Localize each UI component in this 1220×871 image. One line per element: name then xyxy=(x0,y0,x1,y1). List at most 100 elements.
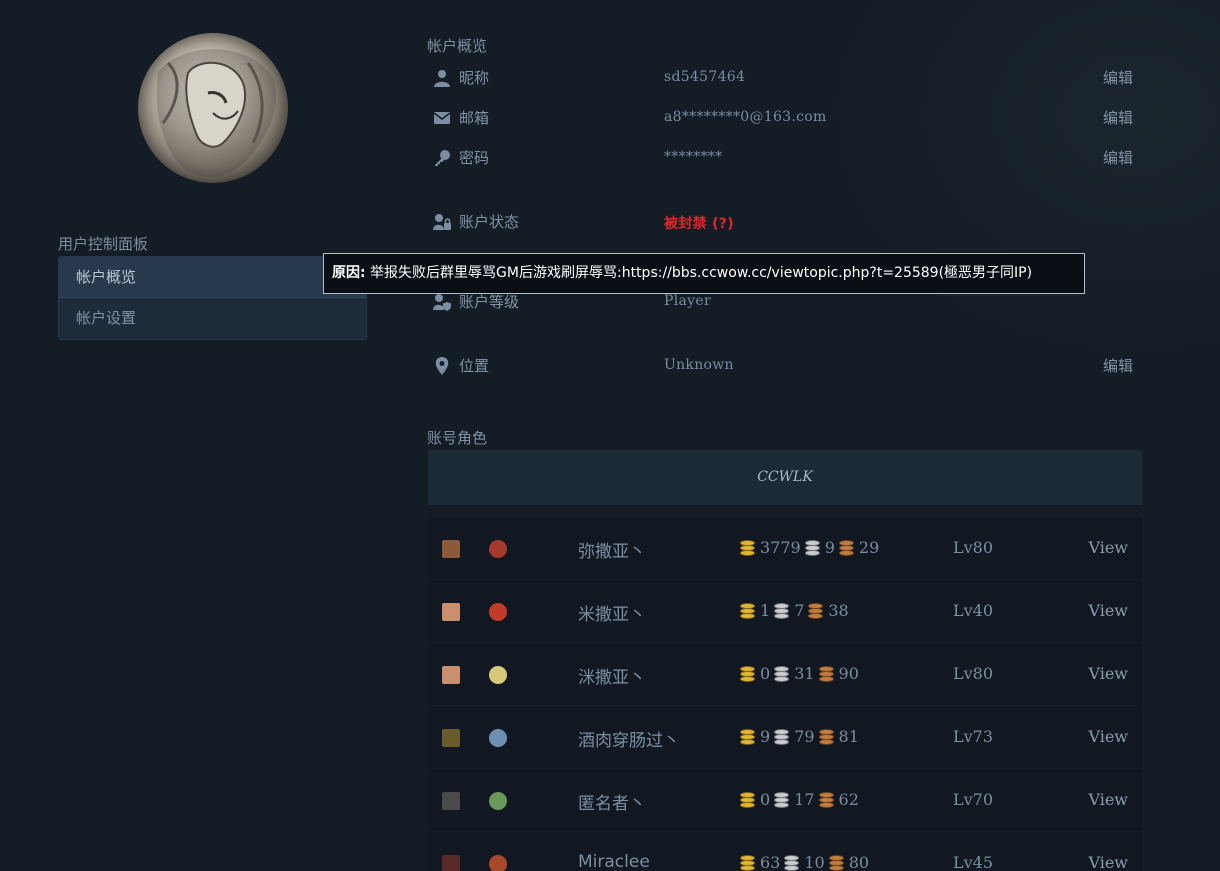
password-label: 密码 xyxy=(459,149,490,167)
character-money: 9 79 81 xyxy=(739,727,862,746)
status-row: 账户状态 被封禁 (?) xyxy=(427,207,1142,237)
character-row: 酒肉穿肠过丶 9 79 81 Lv73 View xyxy=(428,706,1142,768)
character-row: Miraclee 63 10 80 Lv45 View xyxy=(428,832,1142,871)
copper-amount: 90 xyxy=(838,664,859,683)
character-money: 0 17 62 xyxy=(739,790,862,809)
race-icon xyxy=(442,666,460,684)
silver-coin-icon xyxy=(773,728,791,746)
edit-location-link[interactable]: 编辑 xyxy=(1103,355,1133,376)
sidebar-nav: 帐户概览 帐户设置 xyxy=(58,256,367,340)
edit-password-link[interactable]: 编辑 xyxy=(1103,147,1133,168)
edit-nickname-link[interactable]: 编辑 xyxy=(1103,67,1133,88)
tooltip-reason-label: 原因: xyxy=(332,265,366,281)
character-level: Lv45 xyxy=(953,853,994,871)
sidebar-item-overview[interactable]: 帐户概览 xyxy=(59,257,366,298)
copper-coin-icon xyxy=(818,728,836,746)
view-character-link[interactable]: View xyxy=(1088,853,1128,871)
gold-amount: 0 xyxy=(760,664,771,683)
user-icon xyxy=(433,69,451,87)
class-icon xyxy=(489,855,507,871)
view-character-link[interactable]: View xyxy=(1088,601,1128,620)
class-icon xyxy=(489,540,507,558)
silver-coin-icon xyxy=(773,665,791,683)
character-name: Miraclee xyxy=(578,852,650,871)
view-character-link[interactable]: View xyxy=(1088,538,1128,557)
view-character-link[interactable]: View xyxy=(1088,790,1128,809)
silver-amount: 10 xyxy=(804,853,825,871)
copper-amount: 38 xyxy=(828,601,849,620)
location-label: 位置 xyxy=(459,357,490,375)
silver-coin-icon xyxy=(773,791,791,809)
copper-amount: 29 xyxy=(858,538,880,557)
character-money: 1 7 38 xyxy=(739,601,852,620)
character-money: 3779 9 29 xyxy=(739,538,882,557)
silver-coin-icon xyxy=(804,539,822,557)
location-row: 位置 Unknown 编辑 xyxy=(427,351,1142,381)
copper-coin-icon xyxy=(818,791,836,809)
realm-header: CCWLK xyxy=(428,450,1142,505)
map-pin-icon xyxy=(433,357,451,375)
location-value: Unknown xyxy=(664,357,734,373)
race-icon xyxy=(442,603,460,621)
character-name: 酒肉穿肠过丶 xyxy=(578,731,680,751)
character-name: 洣撒亚丶 xyxy=(578,668,646,688)
copper-coin-icon xyxy=(828,854,846,871)
character-name: 弥撒亚丶 xyxy=(578,542,646,562)
copper-coin-icon xyxy=(838,539,856,557)
background-texture xyxy=(800,0,1220,380)
characters-title: 账号角色 xyxy=(427,429,488,447)
view-character-link[interactable]: View xyxy=(1088,727,1128,746)
character-row: 米撒亚丶 1 7 38 Lv40 View xyxy=(428,580,1142,642)
class-icon xyxy=(489,603,507,621)
gold-coin-icon xyxy=(739,728,757,746)
silver-amount: 17 xyxy=(794,790,815,809)
character-name: 匿名者丶 xyxy=(578,794,646,814)
gold-coin-icon xyxy=(739,854,757,871)
level-label: 账户等级 xyxy=(459,293,520,311)
character-row: 弥撒亚丶 3779 9 29 Lv80 View xyxy=(428,517,1142,579)
silver-coin-icon xyxy=(773,602,791,620)
tooltip-reason-text: 举报失败后群里辱骂GM后游戏刷屏辱骂:https://bbs.ccwow.cc/… xyxy=(365,265,1033,281)
email-value: a8********0@163.com xyxy=(664,109,827,125)
silver-amount: 31 xyxy=(794,664,815,683)
silver-amount: 9 xyxy=(824,538,835,557)
silver-amount: 7 xyxy=(794,601,805,620)
copper-coin-icon xyxy=(818,665,836,683)
silver-amount: 79 xyxy=(794,727,815,746)
gold-amount: 0 xyxy=(760,790,771,809)
panel-title: 用户控制面板 xyxy=(58,235,149,253)
user-lock-icon xyxy=(433,213,451,231)
silver-coin-icon xyxy=(783,854,801,871)
nickname-row: 昵称 sd5457464 编辑 xyxy=(427,63,1142,93)
ban-reason-tooltip: 原因: 举报失败后群里辱骂GM后游戏刷屏辱骂:https://bbs.ccwow… xyxy=(323,253,1085,294)
gold-amount: 1 xyxy=(760,601,771,620)
status-value[interactable]: 被封禁 (?) xyxy=(664,213,734,233)
nickname-label: 昵称 xyxy=(459,69,490,87)
race-icon xyxy=(442,540,460,558)
gold-amount: 9 xyxy=(760,727,771,746)
avatar xyxy=(138,33,288,183)
character-money: 63 10 80 xyxy=(739,853,872,871)
view-character-link[interactable]: View xyxy=(1088,664,1128,683)
password-value: ******** xyxy=(664,149,723,165)
character-row: 匿名者丶 0 17 62 Lv70 View xyxy=(428,769,1142,831)
email-row: 邮箱 a8********0@163.com 编辑 xyxy=(427,103,1142,133)
gold-amount: 63 xyxy=(760,853,781,871)
character-level: Lv70 xyxy=(953,790,994,809)
gold-amount: 3779 xyxy=(760,538,801,557)
gold-coin-icon xyxy=(739,665,757,683)
edit-email-link[interactable]: 编辑 xyxy=(1103,107,1133,128)
status-label: 账户状态 xyxy=(459,213,520,231)
gold-coin-icon xyxy=(739,602,757,620)
level-value: Player xyxy=(664,293,711,309)
class-icon xyxy=(489,666,507,684)
copper-amount: 81 xyxy=(838,727,859,746)
overview-title: 帐户概览 xyxy=(427,37,488,55)
character-level: Lv80 xyxy=(953,664,994,683)
copper-coin-icon xyxy=(807,602,825,620)
copper-amount: 80 xyxy=(848,853,870,871)
email-label: 邮箱 xyxy=(459,109,490,127)
sidebar-item-settings[interactable]: 帐户设置 xyxy=(59,298,366,339)
user-shield-icon xyxy=(433,293,451,311)
nickname-value: sd5457464 xyxy=(664,69,746,85)
